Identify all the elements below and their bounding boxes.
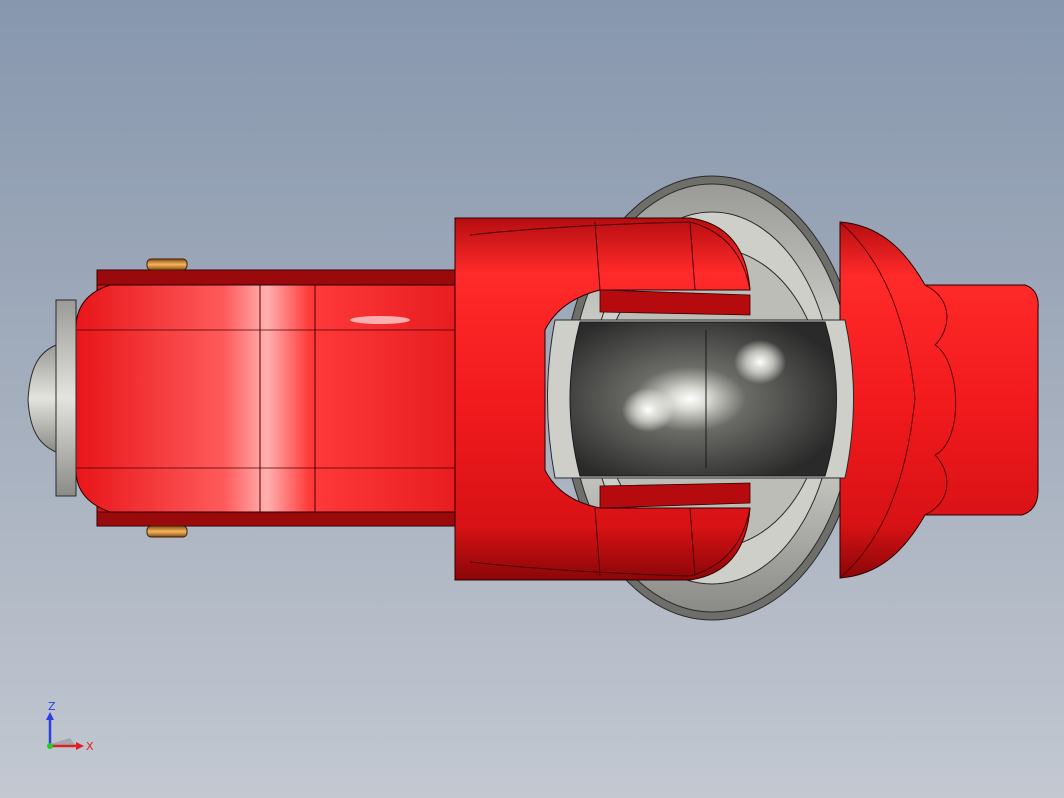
wrist-cup (547, 319, 854, 479)
z-axis-label: Z (48, 700, 56, 713)
pin-top (146, 258, 188, 271)
x-axis-label: X (86, 740, 94, 753)
sphere-highlight-1 (622, 388, 674, 432)
upper-arm-link (75, 269, 501, 527)
end-cap-left (27, 299, 77, 497)
robot-arm-model[interactable] (0, 0, 1064, 798)
coordinate-triad: Z X (46, 700, 94, 753)
sphere-highlight-2 (734, 340, 786, 384)
graphics-viewport[interactable]: Z X (0, 0, 1064, 798)
pin-bottom (146, 525, 188, 538)
joint-housing-right (839, 221, 1039, 579)
